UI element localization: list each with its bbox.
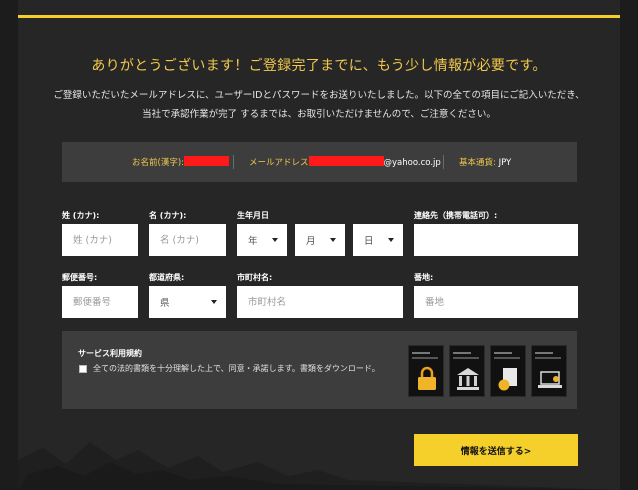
name-label: お名前(漢字): xyxy=(132,158,184,168)
currency-info: 基本通貨: JPY xyxy=(459,156,511,168)
birth-month-value: 月 xyxy=(306,236,316,247)
description-line-2: 当社で承認作業が完了 するまでは、お取引いただけませんので、ご注意ください。 xyxy=(142,109,496,120)
thumbnail-text-line xyxy=(535,357,561,359)
bank-icon xyxy=(457,368,479,390)
terms-agreement: 全ての法的書類を十分理解した上で、同意・承諾します。書類をダウンロード。 xyxy=(79,363,380,374)
email-redaction xyxy=(308,156,384,166)
currency-value: JPY xyxy=(498,158,512,168)
email-info: メールアドレス @yahoo.co.jp xyxy=(249,156,441,168)
account-info-bar: お名前(漢字): メールアドレス @yahoo.co.jp 基本通貨: JPY xyxy=(62,142,577,182)
birth-day-select[interactable]: 日 xyxy=(353,224,403,256)
address-input[interactable] xyxy=(414,286,578,318)
birth-year-value: 年 xyxy=(248,236,258,247)
top-accent-line xyxy=(18,15,620,18)
birth-month-select[interactable]: 月 xyxy=(295,224,345,256)
submit-info-button[interactable]: 情報を送信する> xyxy=(414,434,578,466)
phone-input[interactable] xyxy=(414,224,578,256)
thumbnail-text-line xyxy=(412,357,438,359)
birth-year-select[interactable]: 年 xyxy=(237,224,287,256)
birth-day-value: 日 xyxy=(364,236,374,247)
thumbnail-text-line xyxy=(453,352,471,354)
phone-label: 連絡先（携帯電話可）: xyxy=(414,211,498,220)
document-thumbnail[interactable] xyxy=(531,345,567,397)
description-line-1: ご登録いただいたメールアドレスに、ユーザーIDとパスワードをお送りいたしました。… xyxy=(53,90,585,101)
page-title: ありがとうございます！ご登録完了までに、もう少し情報が必要です。 xyxy=(91,58,547,74)
postal-code-label: 郵便番号: xyxy=(62,273,98,282)
prefecture-label: 都道府県: xyxy=(149,273,185,282)
page-description: ご登録いただいたメールアドレスに、ユーザーIDとパスワードをお送りいたしました。… xyxy=(18,86,620,124)
chevron-down-icon xyxy=(330,238,336,242)
document-thumbnail[interactable] xyxy=(490,345,526,397)
terms-panel: サービス利用規約 全ての法的書類を十分理解した上で、同意・承諾します。書類をダウ… xyxy=(62,331,577,409)
thumbnail-text-line xyxy=(453,357,479,359)
currency-label: 基本通貨: xyxy=(459,158,496,168)
prefecture-value: 県 xyxy=(160,298,170,309)
name-redaction xyxy=(184,156,229,166)
first-name-kana-input[interactable] xyxy=(149,224,226,256)
birthdate-label: 生年月日 xyxy=(237,211,269,220)
last-name-kana-label: 姓 (カナ): xyxy=(62,211,100,220)
chevron-down-icon xyxy=(272,238,278,242)
city-label: 市町村名: xyxy=(237,273,273,282)
email-suffix: @yahoo.co.jp xyxy=(383,158,441,168)
name-info: お名前(漢字): xyxy=(132,156,229,168)
registration-page: ありがとうございます！ご登録完了までに、もう少し情報が必要です。 ご登録いただい… xyxy=(18,0,620,490)
thumbnail-text-line xyxy=(412,352,430,354)
document-thumbnail[interactable] xyxy=(449,345,485,397)
prefecture-select[interactable]: 県 xyxy=(149,286,226,318)
terms-checkbox-text[interactable]: 全ての法的書類を十分理解した上で、同意・承諾します。書類をダウンロード。 xyxy=(93,363,380,374)
thumbnail-text-line xyxy=(494,352,512,354)
address-label: 番地: xyxy=(414,273,434,282)
padlock-icon xyxy=(418,366,436,390)
document-coin-icon xyxy=(498,368,517,391)
chevron-down-icon xyxy=(388,238,394,242)
info-separator xyxy=(233,155,234,169)
email-label: メールアドレス xyxy=(249,158,309,168)
last-name-kana-input[interactable] xyxy=(62,224,138,256)
city-input[interactable] xyxy=(237,286,403,318)
postal-code-input[interactable] xyxy=(62,286,138,318)
first-name-kana-label: 名 (カナ): xyxy=(149,211,187,220)
terms-checkbox[interactable] xyxy=(79,364,87,373)
chevron-down-icon xyxy=(211,300,217,304)
legal-document-thumbnails xyxy=(408,345,567,397)
info-separator xyxy=(443,155,444,169)
document-thumbnail[interactable] xyxy=(408,345,444,397)
terms-title: サービス利用規約 xyxy=(78,349,142,358)
thumbnail-text-line xyxy=(535,352,553,354)
laptop-icon xyxy=(538,371,562,388)
thumbnail-text-line xyxy=(494,357,520,359)
